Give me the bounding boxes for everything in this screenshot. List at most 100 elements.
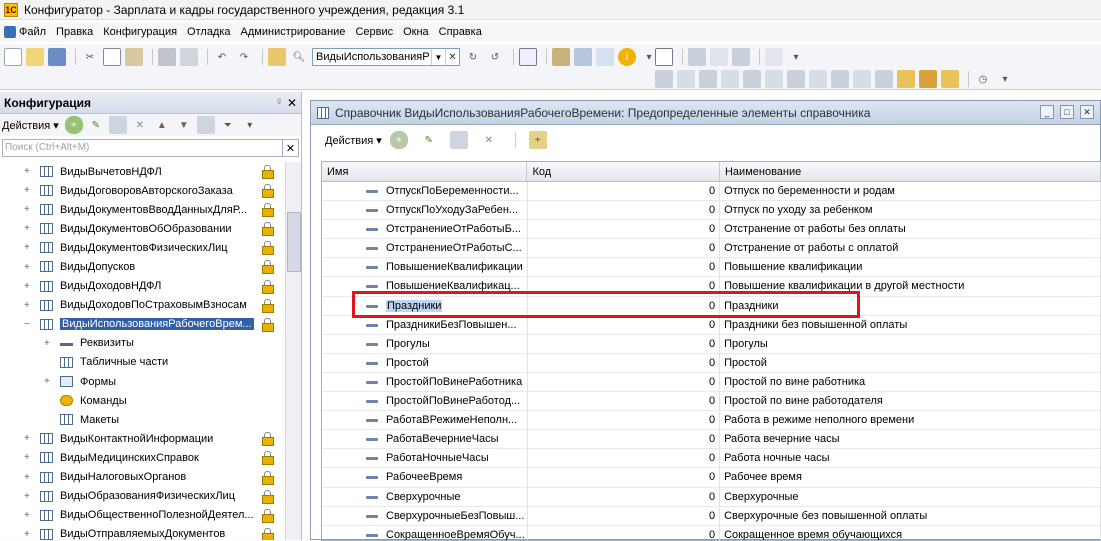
step-out-icon[interactable] (809, 70, 827, 88)
info-icon[interactable]: i (618, 48, 636, 66)
table-row[interactable]: ОтпускПоУходуЗаРебен... 0 Отпуск по уходу … (322, 201, 1101, 221)
expand-icon[interactable]: + (24, 242, 34, 253)
expand-icon[interactable]: + (44, 376, 54, 387)
tree-item[interactable]: Макеты (0, 410, 284, 429)
run-enterprise-icon[interactable] (721, 70, 739, 88)
cell-name[interactable]: СокращенноеВремяОбуч... (322, 525, 528, 540)
cell-code[interactable]: 0 (528, 239, 721, 258)
syntax-assistant-icon[interactable] (574, 48, 592, 66)
sort-icon[interactable] (196, 116, 215, 134)
cell-description[interactable]: Сокращенное время обучающихся (720, 525, 1101, 540)
redo-icon[interactable]: ↷ (235, 48, 253, 66)
delete-icon[interactable]: ✕ (131, 116, 149, 134)
cell-code[interactable]: 0 (528, 353, 721, 372)
move-up-icon[interactable]: ▲ (153, 116, 171, 134)
cell-code[interactable]: 0 (528, 334, 721, 353)
table-row[interactable]: РаботаВРежимеНеполн... 0 Работа в режиме н… (322, 411, 1101, 431)
table-row[interactable]: РаботаВечерниеЧасы 0 Работа вечерние часы (322, 430, 1101, 450)
cell-code[interactable]: 0 (528, 258, 721, 277)
cell-description[interactable]: Сверхурочные без повышенной оплаты (720, 506, 1101, 525)
run-debug-icon[interactable] (743, 70, 761, 88)
table-row[interactable]: РабочееВремя 0 Рабочее время (322, 468, 1101, 488)
pin-icon[interactable]: ᵍ (277, 97, 281, 108)
tree-item[interactable]: Команды (0, 391, 284, 410)
chevron-down-icon[interactable]: ▼ (431, 49, 445, 65)
db-update-icon[interactable] (699, 70, 717, 88)
settings-icon[interactable] (941, 70, 959, 88)
table-row[interactable]: СокращенноеВремяОбуч... 0 Сокращенное врем… (322, 525, 1101, 540)
palette-icon[interactable] (897, 70, 915, 88)
collapse-icon[interactable]: − (24, 319, 34, 330)
cell-name[interactable]: РаботаВечерниеЧасы (322, 430, 528, 449)
step-over-icon[interactable] (787, 70, 805, 88)
column-header-code[interactable]: Код (527, 162, 720, 181)
cut-icon[interactable]: ✂ (81, 48, 99, 66)
cell-name[interactable]: РаботаНочныеЧасы (322, 449, 528, 468)
close-window-icon[interactable]: ✕ (1080, 105, 1094, 119)
minimize-icon[interactable]: _ (1040, 105, 1054, 119)
search-icon[interactable]: 🔍︎ (290, 48, 308, 66)
clear-icon[interactable]: ✕ (445, 49, 459, 65)
breakpoint-icon[interactable] (831, 70, 849, 88)
move-down-icon[interactable]: ▼ (175, 116, 193, 134)
expand-icon[interactable]: + (24, 433, 34, 444)
undo-icon[interactable]: ↶ (213, 48, 231, 66)
cell-name[interactable]: ПростойПоВинеРаботника (322, 372, 528, 392)
add-icon[interactable]: + (389, 131, 408, 149)
column-header-description[interactable]: Наименование (720, 162, 1101, 181)
cell-name[interactable]: ОтстранениеОтРаботыБ... (322, 220, 528, 239)
table-row[interactable]: СверхурочныеБезПовыш... 0 Сверхурочные без… (322, 506, 1101, 526)
tree-item[interactable]: + ВидыОбразованияФизическихЛиц (0, 487, 284, 506)
cell-code[interactable]: 0 (528, 430, 721, 449)
tree-item[interactable]: + ВидыДокументовВводДанныхДляР... (0, 200, 284, 219)
search-next-icon[interactable]: ↻ (464, 48, 482, 66)
table-row[interactable]: ПраздникиБезПовышен... 0 Праздники без пов… (322, 315, 1101, 335)
tree-item[interactable]: + Формы (0, 372, 284, 391)
cell-description[interactable]: Рабочее время (720, 468, 1101, 487)
search-clear-icon[interactable]: ✕ (283, 139, 299, 157)
expand-icon[interactable]: + (24, 510, 34, 521)
add-icon[interactable]: + (64, 116, 83, 134)
image-icon[interactable] (919, 70, 937, 88)
step-icon[interactable] (765, 70, 783, 88)
expand-icon[interactable]: + (24, 452, 34, 463)
expand-icon[interactable]: + (24, 300, 34, 311)
close-icon[interactable]: ✕ (287, 96, 297, 110)
tree-item[interactable]: + ВидыДокументовОбОбразовании (0, 219, 284, 238)
tools-icon[interactable] (552, 48, 570, 66)
expand-icon[interactable]: + (24, 185, 34, 196)
cell-description[interactable]: Отпуск по беременности и родам (720, 182, 1101, 201)
windows-icon[interactable] (519, 48, 537, 66)
table-row[interactable]: ОтстранениеОтРаботыС... 0 Отстранение от р… (322, 239, 1101, 259)
stop-icon[interactable] (853, 70, 871, 88)
cell-name[interactable]: ПростойПоВинеРаботод... (322, 392, 528, 411)
cell-description[interactable]: Простой по вине работодателя (720, 392, 1101, 411)
menu-item-6[interactable]: Окна (403, 26, 429, 38)
pause-icon[interactable] (875, 70, 893, 88)
tree-item[interactable]: Табличные части (0, 353, 284, 372)
tree-item[interactable]: + Реквизиты (0, 334, 284, 353)
expand-icon[interactable]: + (24, 281, 34, 292)
tree-item[interactable]: + ВидыМедицинскихСправок (0, 448, 284, 467)
cell-code[interactable]: 0 (528, 201, 721, 220)
cell-name[interactable]: ПовышениеКвалификации (322, 258, 528, 277)
tree-item[interactable]: + ВидыКонтактнойИнформации (0, 429, 284, 448)
menu-item-1[interactable]: Правка (56, 26, 93, 38)
cell-description[interactable]: Прогулы (720, 334, 1101, 353)
open-icon[interactable] (26, 48, 44, 66)
table-row[interactable]: ПовышениеКвалификации 0 Повышение квалифик… (322, 258, 1101, 278)
cell-name[interactable]: РабочееВремя (322, 468, 528, 487)
save-icon[interactable] (48, 48, 66, 66)
cell-code[interactable]: 0 (528, 487, 721, 506)
db-icon[interactable] (655, 70, 673, 88)
cell-code[interactable]: 0 (528, 411, 721, 430)
tree-item[interactable]: + ВидыВычетовНДФЛ (0, 162, 284, 181)
expand-icon[interactable]: + (44, 338, 54, 349)
cell-code[interactable]: 0 (528, 315, 721, 334)
table-row[interactable]: РаботаНочныеЧасы 0 Работа ночные часы (322, 449, 1101, 469)
toolbar-overflow-icon-2[interactable]: ▾ (787, 48, 805, 66)
table-row[interactable]: Прогулы 0 Прогулы (322, 334, 1101, 354)
cell-description[interactable]: Отпуск по уходу за ребенком (720, 201, 1101, 220)
copy-item-icon[interactable] (449, 131, 468, 149)
toolbar-overflow-icon-4[interactable]: ▾ (241, 116, 259, 134)
